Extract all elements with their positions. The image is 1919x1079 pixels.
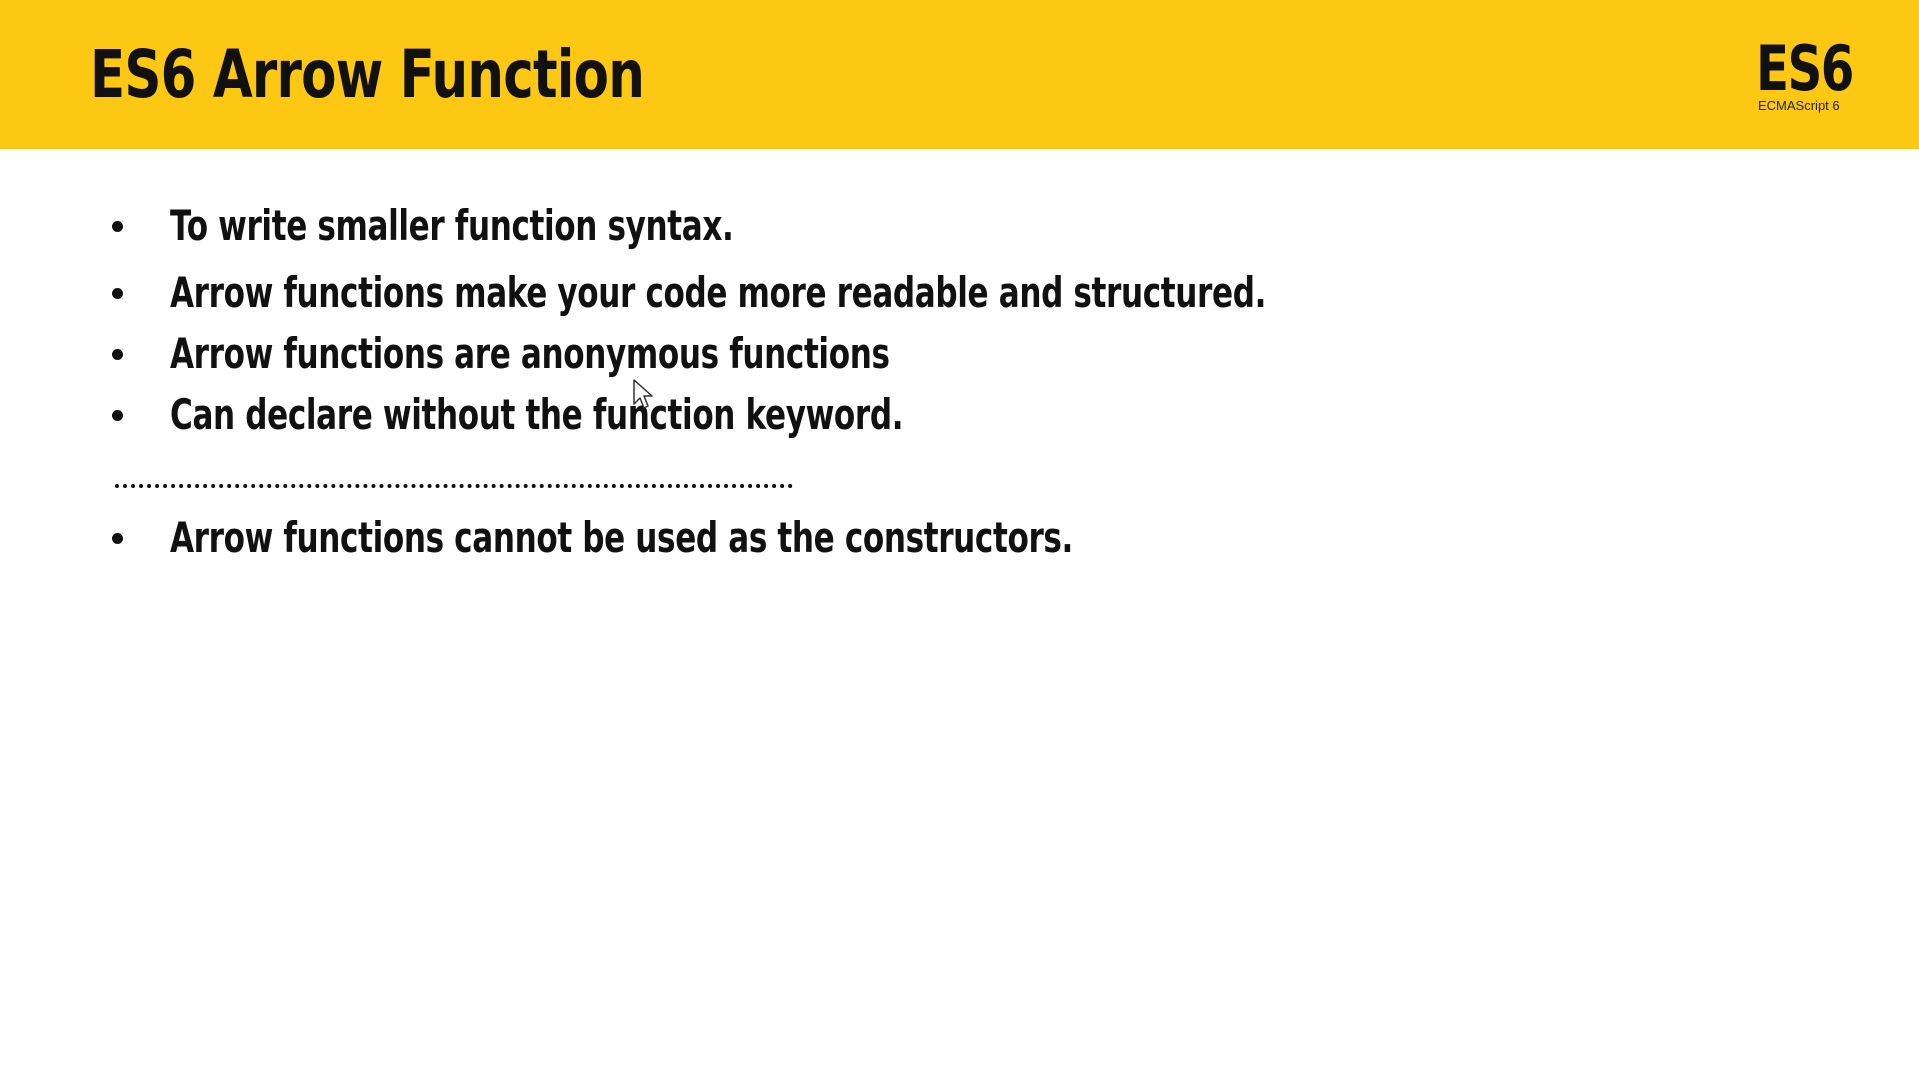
- logo-main-text: ES6: [1756, 32, 1854, 105]
- slide-title: ES6 Arrow Function: [90, 36, 645, 113]
- bullet-text: To write smaller function syntax.: [170, 201, 734, 250]
- bullet-item: Arrow functions make your code more read…: [112, 263, 1651, 323]
- es6-logo: ES6 ECMAScript 6: [1750, 34, 1860, 118]
- bullet-dot-icon: [112, 348, 123, 360]
- bullet-dot-icon: [112, 287, 123, 299]
- bullet-text: Arrow functions make your code more read…: [170, 268, 1267, 317]
- logo-subtitle: ECMAScript 6: [1758, 98, 1840, 113]
- bullet-text: Arrow functions are anonymous functions: [170, 329, 890, 378]
- header-bar: ES6 Arrow Function ES6 ECMAScript 6: [0, 0, 1919, 149]
- bullet-dot-icon: [112, 532, 123, 544]
- bullet-item: Arrow functions are anonymous functions: [112, 324, 1142, 384]
- slide: ES6 Arrow Function ES6 ECMAScript 6 To w…: [0, 0, 1919, 1079]
- bullet-text: Arrow functions cannot be used as the co…: [170, 513, 1073, 562]
- bullet-dot-icon: [112, 220, 123, 232]
- mouse-pointer-icon: [633, 379, 653, 409]
- bullet-dot-icon: [112, 409, 123, 421]
- bullet-text: Can declare without the function keyword…: [170, 390, 904, 439]
- dotted-separator: [115, 484, 793, 488]
- bullet-item: To write smaller function syntax.: [112, 196, 931, 256]
- bullet-item: Arrow functions cannot be used as the co…: [112, 508, 1390, 568]
